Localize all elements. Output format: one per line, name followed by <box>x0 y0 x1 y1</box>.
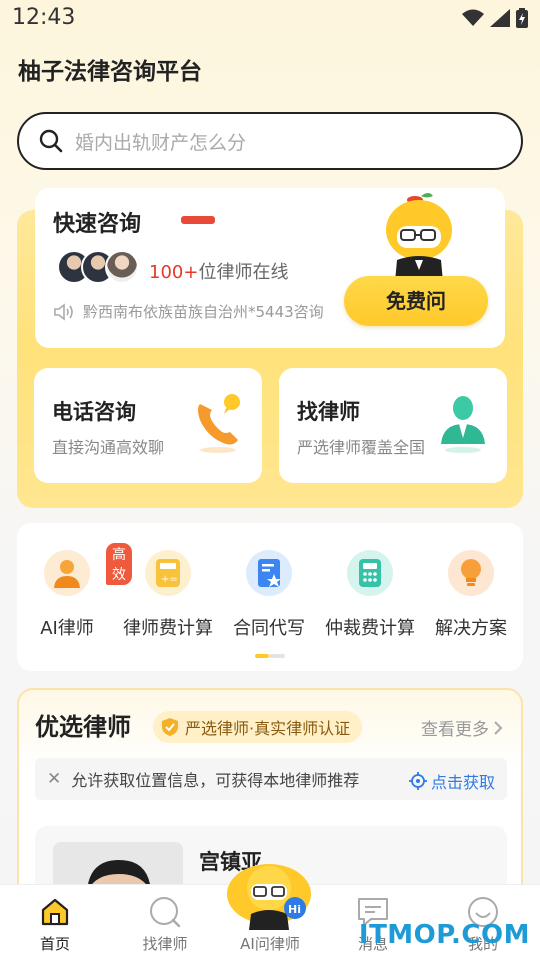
watermark: ITMOP.COM <box>358 920 530 950</box>
mascot-icon <box>386 193 452 282</box>
tab-find-lawyer[interactable]: 找律师 <box>120 895 210 954</box>
view-more-link[interactable]: 查看更多 <box>421 715 503 740</box>
shield-check-icon <box>162 718 178 736</box>
wifi-icon <box>462 9 484 26</box>
lawyer-avatars <box>57 250 139 284</box>
chevron-right-icon <box>494 720 503 735</box>
tool-lawyer-fee-calculator[interactable]: += 律师费计算 <box>118 550 218 640</box>
ticker-text: 黔西南布依族苗族自治州*5443咨询 <box>83 303 324 321</box>
find-lawyer-card[interactable]: 找律师 严选律师覆盖全国 <box>279 368 507 483</box>
status-bar: 12:43 <box>0 0 540 38</box>
view-more-label: 查看更多 <box>421 720 489 740</box>
arbitration-calculator-icon <box>347 550 393 596</box>
tool-label: 解决方案 <box>435 618 507 639</box>
tool-contract-writing[interactable]: 合同代写 <box>219 550 319 640</box>
calculator-icon: += <box>145 550 191 596</box>
get-location-button[interactable]: 点击获取 <box>408 769 495 793</box>
verify-text: 严选律师·真实律师认证 <box>185 719 351 738</box>
tab-label: AI问律师 <box>240 935 300 953</box>
preferred-lawyers-title: 优选律师 <box>35 713 131 741</box>
ai-mascot-icon[interactable]: Hi <box>225 858 315 930</box>
tool-label: 律师费计算 <box>123 618 213 639</box>
tool-arbitration-fee-calculator[interactable]: 仲裁费计算 <box>320 550 420 640</box>
tab-home[interactable]: 首页 <box>10 895 100 954</box>
status-icons <box>462 8 528 28</box>
quick-consult-title: 快速咨询 <box>53 212 142 237</box>
find-lawyer-title: 找律师 <box>297 400 360 424</box>
battery-icon <box>516 8 528 28</box>
avatar <box>105 250 139 284</box>
search-icon <box>39 129 63 153</box>
app-title: 柚子法律咨询平台 <box>18 59 202 85</box>
home-icon <box>41 898 69 926</box>
online-suffix: 位律师在线 <box>198 262 289 283</box>
online-count: 100+ <box>149 262 199 283</box>
signal-icon <box>490 9 510 27</box>
verify-badge: 严选律师·真实律师认证 <box>153 711 363 743</box>
tool-solutions[interactable]: 解决方案 <box>421 550 521 640</box>
tools-pager <box>255 654 285 658</box>
lightbulb-icon <box>448 550 494 596</box>
locate-icon <box>408 772 427 790</box>
online-lawyers-text: 100+位律师在线 <box>149 258 288 284</box>
quick-consult-tag <box>181 216 215 224</box>
close-icon[interactable]: ✕ <box>47 769 61 789</box>
location-tip-text: 允许获取位置信息，可获得本地律师推荐 <box>71 771 360 790</box>
get-location-label: 点击获取 <box>430 773 495 792</box>
tab-label: 找律师 <box>142 935 188 953</box>
tool-label: AI律师 <box>40 618 94 639</box>
status-time: 12:43 <box>12 5 76 30</box>
tools-card: 高效 AI律师 += 律师费计算 合同代写 仲裁费计算 解决方案 <box>17 523 523 671</box>
search-lawyer-icon <box>150 897 181 928</box>
consult-ticker: 黔西南布依族苗族自治州*5443咨询 <box>53 301 324 322</box>
free-ask-button[interactable]: 免费问 <box>344 276 488 326</box>
ai-lawyer-icon: 高效 <box>44 543 132 596</box>
search-input[interactable]: 婚内出轨财产怎么分 <box>17 112 523 170</box>
phone-consult-card[interactable]: 电话咨询 直接沟通高效聊 <box>34 368 262 483</box>
svg-text:Hi: Hi <box>288 903 301 916</box>
phone-consult-subtitle: 直接沟通高效聊 <box>52 438 165 457</box>
tool-label: 仲裁费计算 <box>325 618 415 639</box>
svg-text:+=: += <box>161 574 178 585</box>
phone-icon <box>198 394 240 453</box>
contract-icon <box>246 550 292 596</box>
phone-consult-title: 电话咨询 <box>52 400 136 424</box>
tool-label: 合同代写 <box>233 618 305 639</box>
find-lawyer-subtitle: 严选律师覆盖全国 <box>297 438 426 457</box>
tool-ai-lawyer[interactable]: 高效 AI律师 <box>17 543 132 640</box>
search-placeholder: 婚内出轨财产怎么分 <box>75 131 247 154</box>
lawyer-person-icon <box>441 396 485 453</box>
speaker-icon <box>54 302 73 321</box>
location-tip-bar: ✕ 允许获取位置信息，可获得本地律师推荐 点击获取 <box>35 758 507 800</box>
tab-label: 首页 <box>39 935 70 953</box>
